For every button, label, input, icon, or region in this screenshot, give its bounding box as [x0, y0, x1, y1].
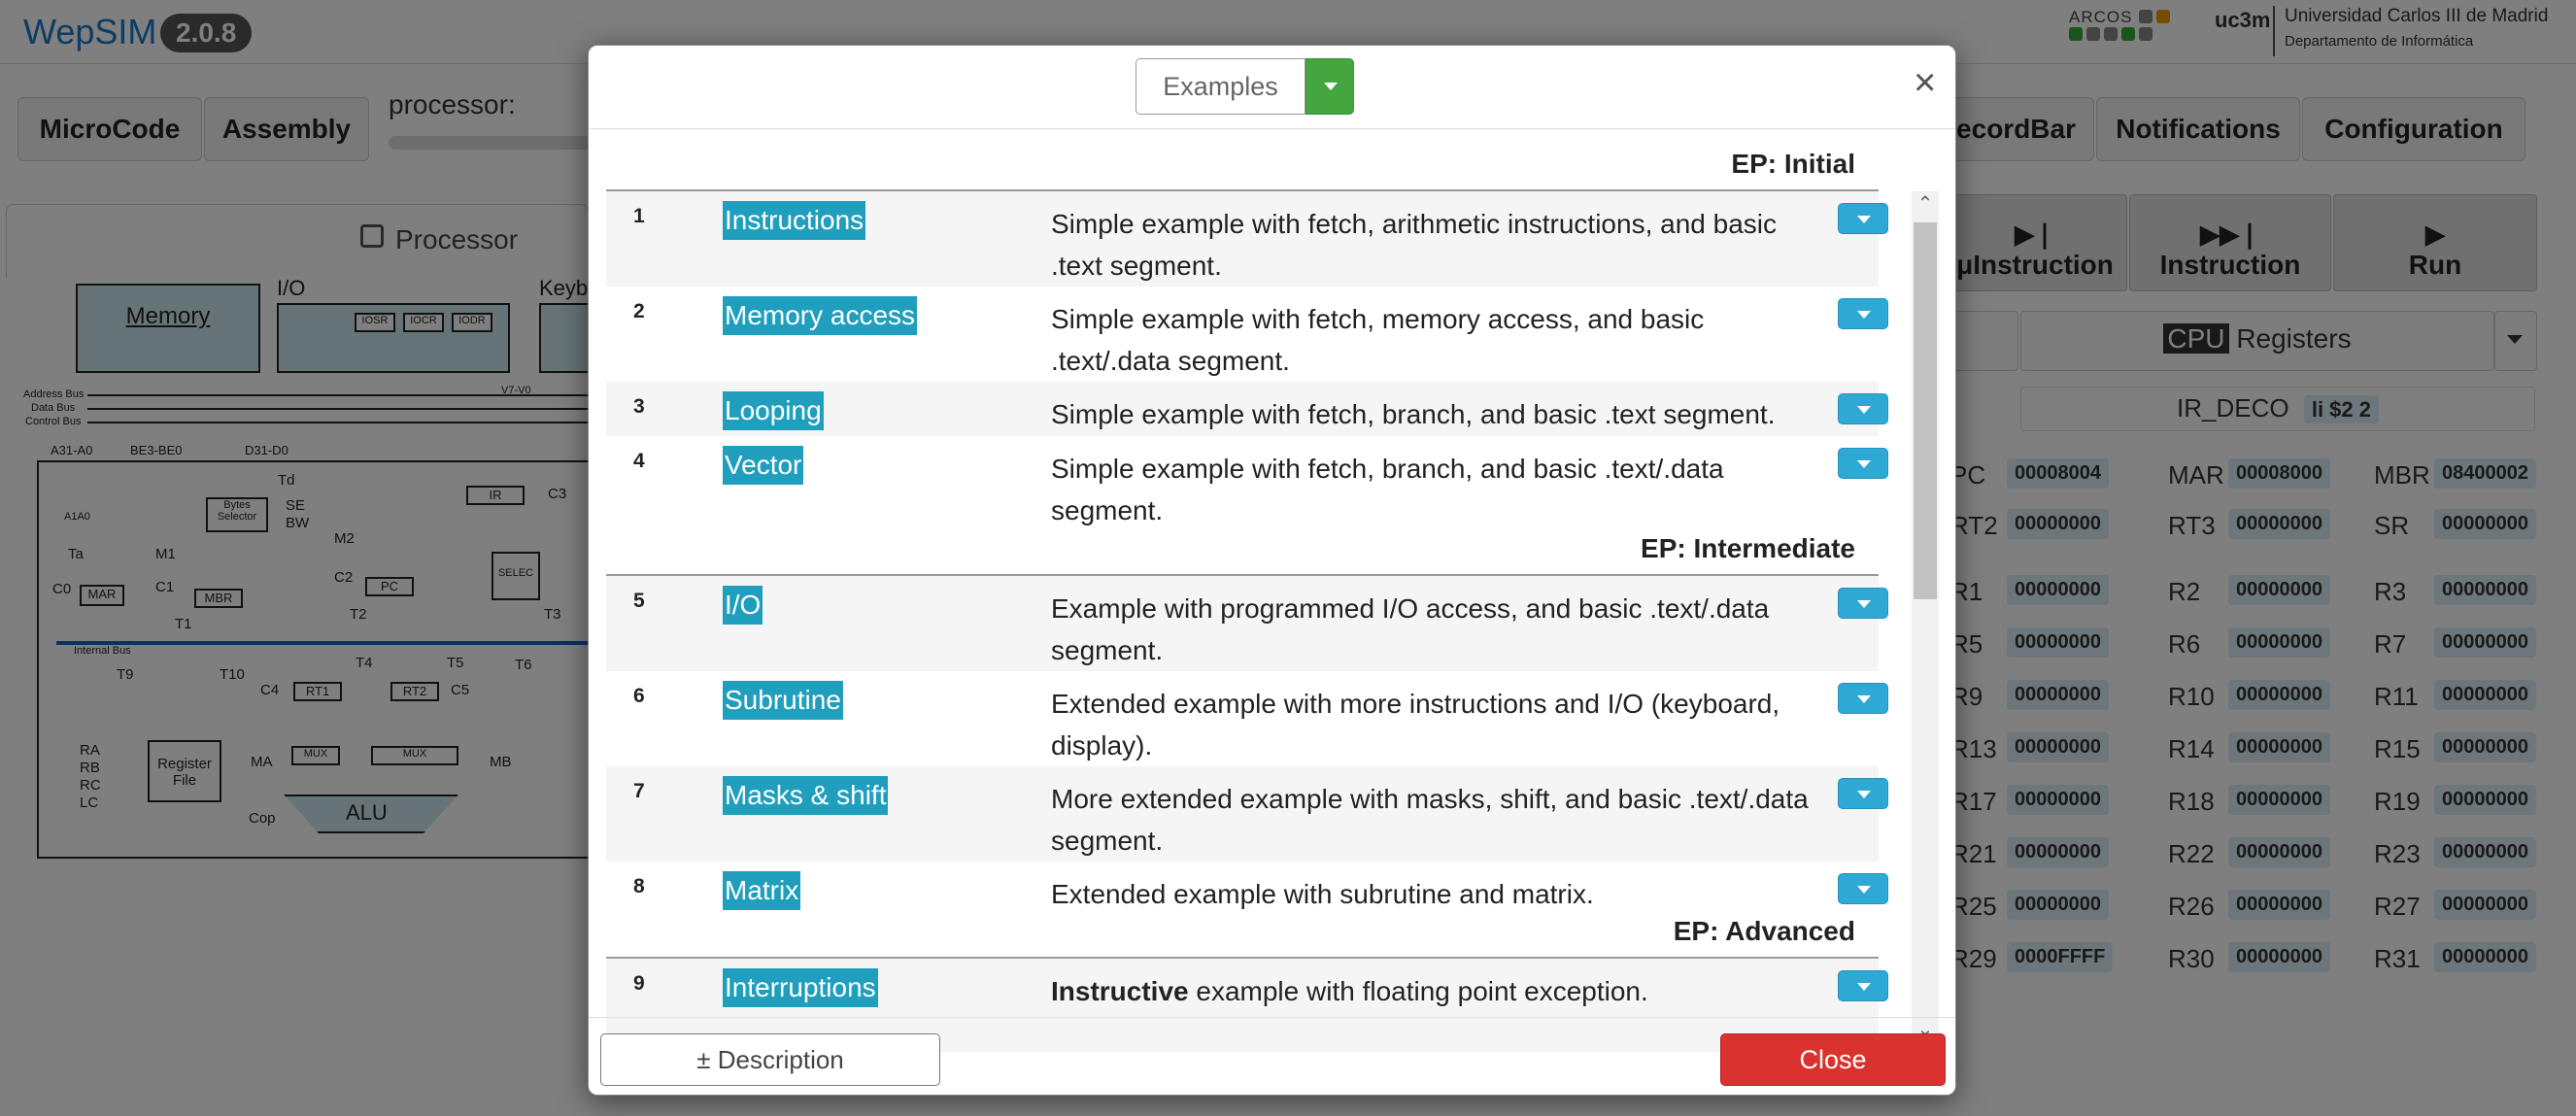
example-number: 2 — [633, 300, 645, 322]
example-description-emphasis: Instructive — [1051, 976, 1189, 1006]
example-title-link[interactable]: Interruptions — [723, 968, 878, 1007]
example-options-button[interactable] — [1838, 778, 1888, 809]
example-description: Simple example with fetch, arithmetic in… — [1051, 209, 1777, 281]
example-description: Simple example with fetch, branch, and b… — [1051, 399, 1776, 429]
example-options-button[interactable] — [1838, 873, 1888, 904]
example-row: 5 I/O Example with programmed I/O access… — [606, 576, 1888, 671]
modal-close-icon[interactable]: × — [1914, 63, 1936, 102]
examples-scrollbar[interactable]: ⌃ ⌄ — [1912, 191, 1939, 1046]
example-number: 5 — [633, 590, 645, 612]
example-options-button[interactable] — [1838, 393, 1888, 424]
example-number: 1 — [633, 205, 645, 227]
close-button[interactable]: Close — [1720, 1033, 1946, 1086]
example-title-link[interactable]: I/O — [723, 586, 763, 625]
example-title-link[interactable]: Matrix — [723, 871, 801, 910]
example-description: More extended example with masks, shift,… — [1051, 784, 1809, 856]
example-number: 9 — [633, 972, 645, 995]
example-description: Instructive example with floating point … — [1051, 970, 1809, 1012]
example-title-link[interactable]: Memory access — [723, 296, 918, 335]
example-options-button[interactable] — [1838, 298, 1888, 329]
example-number: 7 — [633, 780, 645, 802]
example-row: 1 Instructions Simple example with fetch… — [606, 191, 1888, 287]
example-row: 7 Masks & shift More extended example wi… — [606, 766, 1888, 862]
modal-header: Examples × — [589, 46, 1955, 129]
example-title-link[interactable]: Vector — [723, 446, 804, 485]
group-title-intermediate: EP: Intermediate — [1641, 533, 1855, 563]
example-options-button[interactable] — [1838, 683, 1888, 714]
example-title-link[interactable]: Subrutine — [723, 681, 843, 720]
example-number: 3 — [633, 395, 645, 418]
example-title-link[interactable]: Instructions — [723, 201, 866, 240]
example-number: 6 — [633, 685, 645, 707]
example-options-button[interactable] — [1838, 203, 1888, 234]
modal-footer: ± Description Close — [589, 1017, 1955, 1095]
example-row: 4 Vector Simple example with fetch, bran… — [606, 436, 1888, 531]
example-title-link[interactable]: Looping — [723, 391, 824, 430]
toggle-description-button[interactable]: ± Description — [600, 1033, 940, 1086]
examples-list[interactable]: EP: Initial 1 Instructions Simple exampl… — [606, 129, 1912, 1052]
example-number: 4 — [633, 450, 645, 472]
example-number: 8 — [633, 875, 645, 897]
group-title-initial: EP: Initial — [1731, 149, 1855, 179]
examples-dropdown-toggle[interactable] — [1305, 58, 1354, 115]
example-description: Simple example with fetch, branch, and b… — [1051, 454, 1724, 525]
modal-body: EP: Initial 1 Instructions Simple exampl… — [589, 129, 1955, 1062]
example-row: 6 Subrutine Extended example with more i… — [606, 671, 1888, 766]
examples-modal: Examples × EP: Initial 1 Instructions Si… — [588, 45, 1956, 1096]
example-description: Simple example with fetch, memory access… — [1051, 304, 1705, 376]
example-options-button[interactable] — [1838, 588, 1888, 619]
scroll-up-icon[interactable]: ⌃ — [1912, 191, 1939, 219]
example-description: Extended example with subrutine and matr… — [1051, 879, 1594, 909]
example-options-button[interactable] — [1838, 448, 1888, 479]
example-description-text: example with floating point exception. — [1196, 976, 1648, 1006]
example-row: 3 Looping Simple example with fetch, bra… — [606, 382, 1888, 436]
example-row: 8 Matrix Extended example with subrutine… — [606, 862, 1888, 916]
example-description: Extended example with more instructions … — [1051, 689, 1780, 761]
examples-button[interactable]: Examples — [1135, 58, 1305, 115]
group-title-advanced: EP: Advanced — [1673, 916, 1855, 946]
scrollbar-thumb[interactable] — [1914, 222, 1937, 599]
example-options-button[interactable] — [1838, 970, 1888, 1001]
example-title-link[interactable]: Masks & shift — [723, 776, 889, 815]
example-description: Example with programmed I/O access, and … — [1051, 593, 1770, 665]
example-row: 2 Memory access Simple example with fetc… — [606, 287, 1888, 382]
